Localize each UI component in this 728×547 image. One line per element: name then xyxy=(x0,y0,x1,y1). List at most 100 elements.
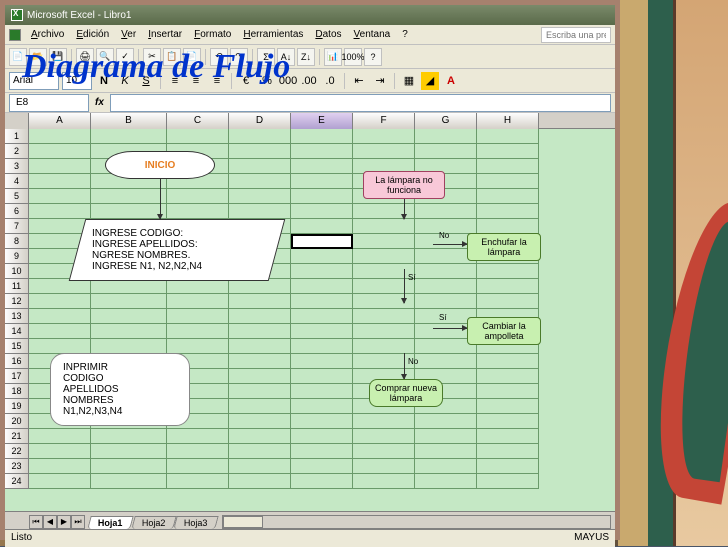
cell[interactable] xyxy=(415,429,477,444)
cell[interactable] xyxy=(29,159,91,174)
cell[interactable] xyxy=(291,204,353,219)
cell[interactable] xyxy=(291,309,353,324)
cell[interactable] xyxy=(477,474,539,489)
cell[interactable] xyxy=(291,384,353,399)
cell[interactable] xyxy=(229,399,291,414)
cell[interactable] xyxy=(91,444,167,459)
cell[interactable] xyxy=(415,129,477,144)
cell[interactable] xyxy=(291,369,353,384)
cell[interactable] xyxy=(477,384,539,399)
cell[interactable] xyxy=(291,339,353,354)
cell[interactable] xyxy=(415,444,477,459)
cell[interactable] xyxy=(353,339,415,354)
cell[interactable] xyxy=(167,429,229,444)
cell[interactable] xyxy=(477,174,539,189)
cell[interactable] xyxy=(291,444,353,459)
cell[interactable] xyxy=(229,294,291,309)
cell[interactable] xyxy=(353,354,415,369)
cell[interactable] xyxy=(291,279,353,294)
cell[interactable] xyxy=(229,339,291,354)
cell[interactable] xyxy=(353,474,415,489)
cell[interactable] xyxy=(29,144,91,159)
row-header[interactable]: 4 xyxy=(5,174,29,189)
menu-help[interactable]: ? xyxy=(396,27,414,42)
flowchart-problem[interactable]: La lámpara no funciona xyxy=(363,171,445,199)
cell[interactable] xyxy=(167,444,229,459)
select-all-corner[interactable] xyxy=(5,113,29,129)
cell[interactable] xyxy=(91,279,167,294)
cell[interactable] xyxy=(29,294,91,309)
tab-next-button[interactable]: ▶ xyxy=(57,515,71,529)
cell[interactable] xyxy=(477,459,539,474)
cell[interactable] xyxy=(477,294,539,309)
cell[interactable] xyxy=(291,174,353,189)
cell[interactable] xyxy=(229,474,291,489)
align-right-button[interactable]: ≡ xyxy=(208,72,226,90)
sort-asc-button[interactable]: A↓ xyxy=(277,48,295,66)
menu-file[interactable]: Archivo xyxy=(25,27,70,42)
cell[interactable] xyxy=(415,414,477,429)
comma-button[interactable]: 000 xyxy=(279,72,297,90)
cell[interactable] xyxy=(29,189,91,204)
col-header[interactable]: B xyxy=(91,113,167,129)
row-header[interactable]: 1 xyxy=(5,129,29,144)
cell[interactable] xyxy=(167,309,229,324)
dec-decimal-button[interactable]: .0 xyxy=(321,72,339,90)
cell[interactable] xyxy=(29,429,91,444)
menu-view[interactable]: Ver xyxy=(115,27,142,42)
cell[interactable] xyxy=(353,459,415,474)
menu-edit[interactable]: Edición xyxy=(70,27,115,42)
cell[interactable] xyxy=(353,144,415,159)
cell[interactable] xyxy=(29,444,91,459)
cell[interactable] xyxy=(291,144,353,159)
cell[interactable] xyxy=(229,309,291,324)
cell[interactable] xyxy=(167,189,229,204)
row-header[interactable]: 13 xyxy=(5,309,29,324)
col-header[interactable]: C xyxy=(167,113,229,129)
dec-indent-button[interactable]: ⇤ xyxy=(350,72,368,90)
row-header[interactable]: 22 xyxy=(5,444,29,459)
cell[interactable] xyxy=(477,399,539,414)
cell[interactable] xyxy=(91,459,167,474)
cell[interactable] xyxy=(167,474,229,489)
cell[interactable] xyxy=(29,309,91,324)
italic-button[interactable]: K xyxy=(116,72,134,90)
cell[interactable] xyxy=(167,324,229,339)
cell[interactable] xyxy=(291,159,353,174)
cell[interactable] xyxy=(29,339,91,354)
redo-button[interactable]: ↷ xyxy=(230,48,248,66)
spell-button[interactable]: ✓ xyxy=(116,48,134,66)
flowchart-output[interactable]: INPRIMIR CODIGO APELLIDOS NOMBRES N1,N2,… xyxy=(50,353,190,426)
sheet-tab[interactable]: Hoja2 xyxy=(131,516,176,529)
menu-format[interactable]: Formato xyxy=(188,27,237,42)
cell[interactable] xyxy=(291,219,353,234)
cell[interactable] xyxy=(291,459,353,474)
cell[interactable] xyxy=(291,399,353,414)
currency-button[interactable]: € xyxy=(237,72,255,90)
cell[interactable] xyxy=(29,324,91,339)
cut-button[interactable]: ✂ xyxy=(143,48,161,66)
tab-first-button[interactable]: ⏮ xyxy=(29,515,43,529)
menu-window[interactable]: Ventana xyxy=(348,27,397,42)
cell[interactable] xyxy=(353,234,415,249)
cell[interactable] xyxy=(477,144,539,159)
row-header[interactable]: 2 xyxy=(5,144,29,159)
save-button[interactable]: 💾 xyxy=(49,48,67,66)
row-header[interactable]: 17 xyxy=(5,369,29,384)
new-button[interactable]: 📄 xyxy=(9,48,27,66)
cell[interactable] xyxy=(91,189,167,204)
open-button[interactable]: 📂 xyxy=(29,48,47,66)
cell[interactable] xyxy=(229,354,291,369)
cell[interactable] xyxy=(29,474,91,489)
horizontal-scrollbar[interactable] xyxy=(222,515,611,529)
flowchart-action-1[interactable]: Enchufar la lámpara xyxy=(467,233,541,261)
sheet-tab[interactable]: Hoja3 xyxy=(173,516,218,529)
font-name-select[interactable] xyxy=(9,72,59,90)
row-header[interactable]: 21 xyxy=(5,429,29,444)
cell[interactable] xyxy=(167,129,229,144)
name-box[interactable] xyxy=(9,94,89,112)
cell[interactable] xyxy=(477,264,539,279)
sheet-tab-active[interactable]: Hoja1 xyxy=(87,516,133,529)
cell[interactable] xyxy=(415,264,477,279)
cell[interactable] xyxy=(291,264,353,279)
